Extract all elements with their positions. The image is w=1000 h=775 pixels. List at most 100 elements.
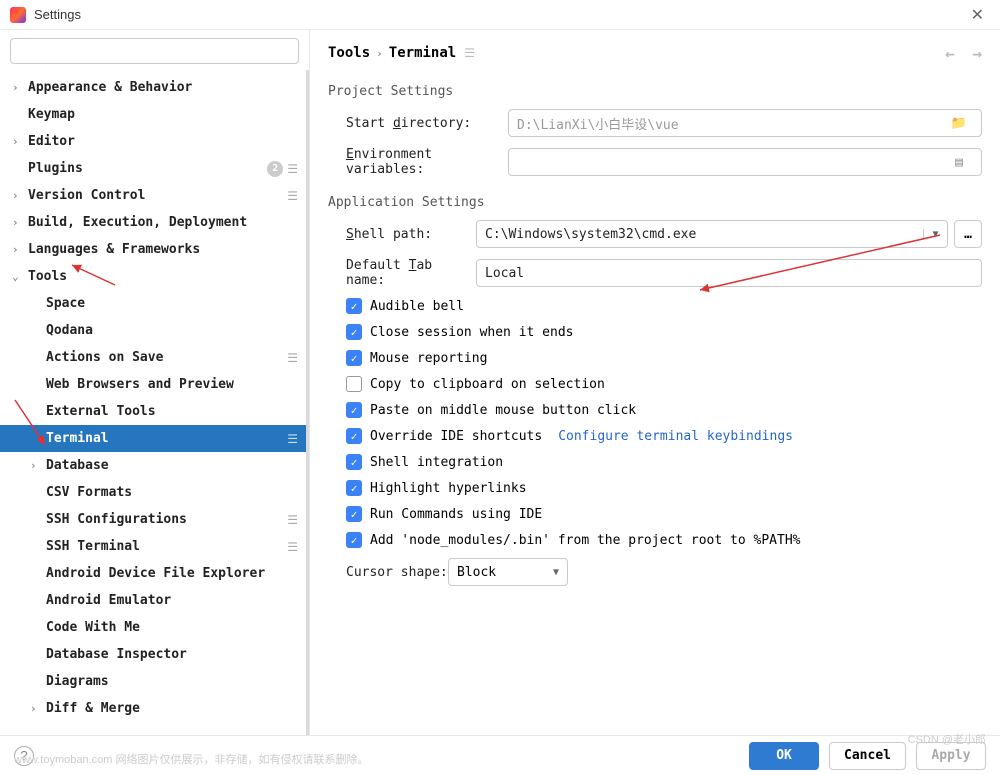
ok-button[interactable]: OK	[749, 742, 819, 770]
tree-item-label: Diff & Merge	[46, 701, 140, 716]
tree-item-label: Terminal	[46, 431, 109, 446]
checkbox-label: Close session when it ends	[370, 325, 574, 340]
cancel-button[interactable]: Cancel	[829, 742, 906, 770]
configure-link[interactable]: Configure terminal keybindings	[558, 429, 793, 444]
forward-icon[interactable]: →	[972, 44, 982, 63]
tree-item[interactable]: Plugins2☰	[0, 155, 306, 182]
tree-item-label: Database	[46, 458, 109, 473]
tree-item[interactable]: ›Languages & Frameworks	[0, 236, 306, 263]
tree-item[interactable]: ›Version Control☰	[0, 182, 306, 209]
tree-item[interactable]: Keymap	[0, 101, 306, 128]
sidebar: ›Appearance & BehaviorKeymap›Editor Plugi…	[0, 30, 310, 735]
tree-item[interactable]: ›Build, Execution, Deployment	[0, 209, 306, 236]
tree-item-label: Diagrams	[46, 674, 109, 689]
checkbox[interactable]: ✓	[346, 402, 362, 418]
tree-item[interactable]: Qodana	[0, 317, 306, 344]
cursor-shape-select[interactable]: Block ▼	[448, 558, 568, 586]
label-shell: Shell path:	[328, 227, 476, 242]
app-icon	[10, 7, 26, 23]
section-project: Project Settings	[328, 84, 982, 99]
tree-item[interactable]: ⌄Tools	[0, 263, 306, 290]
checkbox-row: ✓Highlight hyperlinks	[328, 480, 982, 496]
tree-item-label: SSH Configurations	[46, 512, 187, 527]
checkbox-row: ✓Run Commands using IDE	[328, 506, 982, 522]
checkbox[interactable]: ✓	[346, 428, 362, 444]
tree-item[interactable]: Database Inspector	[0, 641, 306, 668]
scope-icon: ☰	[287, 189, 298, 203]
checkbox[interactable]: ✓	[346, 506, 362, 522]
default-tab-name-input[interactable]: Local	[476, 259, 982, 287]
checkbox[interactable]: ✓	[346, 324, 362, 340]
tree-item[interactable]: SSH Terminal☰	[0, 533, 306, 560]
expand-icon: ›	[12, 135, 24, 148]
checkbox[interactable]	[346, 376, 362, 392]
tree-item[interactable]: Space	[0, 290, 306, 317]
tree-item[interactable]: Terminal ☰	[0, 425, 306, 452]
scope-icon: ☰	[464, 46, 475, 60]
tree-item[interactable]: CSV Formats	[0, 479, 306, 506]
close-icon[interactable]: ✕	[965, 5, 990, 25]
shell-path-input[interactable]: C:\Windows\system32\cmd.exe ▼	[476, 220, 948, 248]
tree-item[interactable]: ›Appearance & Behavior	[0, 74, 306, 101]
tree-item-label: CSV Formats	[46, 485, 132, 500]
row-start-dir: Start directory: D:\LianXi\小白毕设\vue 📁	[328, 109, 982, 137]
watermark: www.toymoban.com 网络图片仅供展示，非存储，如有侵权请联系删除。	[14, 751, 368, 767]
tree-item[interactable]: ›Editor	[0, 128, 306, 155]
tree-item[interactable]: Android Emulator	[0, 587, 306, 614]
env-variables-input[interactable]: ▤	[508, 148, 982, 176]
row-tab-name: Default Tab name: Local	[328, 258, 982, 288]
checkbox[interactable]: ✓	[346, 480, 362, 496]
tree-item[interactable]: External Tools	[0, 398, 306, 425]
scope-icon: ☰	[287, 351, 298, 365]
checkbox-label: Add 'node_modules/.bin' from the project…	[370, 533, 800, 548]
expand-icon: ⌄	[12, 270, 24, 283]
section-app: Application Settings	[328, 195, 982, 210]
checkbox-label: Copy to clipboard on selection	[370, 377, 605, 392]
tree-item[interactable]: SSH Configurations ☰	[0, 506, 306, 533]
expand-icon: ›	[30, 459, 42, 472]
browse-button[interactable]: …	[954, 220, 982, 248]
list-icon[interactable]: ▤	[945, 155, 973, 170]
label-env: Environment variables:	[328, 147, 508, 177]
settings-form: Project Settings Start directory: D:\Lia…	[310, 70, 1000, 735]
nav-arrows: ← →	[937, 44, 982, 63]
tree-item[interactable]: › Database	[0, 452, 306, 479]
tree-item[interactable]: Web Browsers and Preview	[0, 371, 306, 398]
checkbox[interactable]: ✓	[346, 298, 362, 314]
tree-item[interactable]: Android Device File Explorer	[0, 560, 306, 587]
expand-icon: ›	[12, 243, 24, 256]
tree-item[interactable]: › Diff & Merge	[0, 695, 306, 722]
breadcrumb-root: Tools	[328, 45, 370, 61]
tree-item-label: External Tools	[46, 404, 156, 419]
tree-item-label: Actions on Save	[46, 350, 163, 365]
tree-item-label: Qodana	[46, 323, 93, 338]
checkbox[interactable]: ✓	[346, 350, 362, 366]
start-directory-input[interactable]: D:\LianXi\小白毕设\vue 📁	[508, 109, 982, 137]
expand-icon: ›	[30, 702, 42, 715]
badge: 2	[267, 161, 283, 177]
chevron-down-icon[interactable]: ▼	[923, 229, 947, 240]
expand-icon: ›	[12, 216, 24, 229]
scope-icon: ☰	[287, 513, 298, 527]
checkbox-label: Mouse reporting	[370, 351, 487, 366]
chevron-right-icon: ›	[376, 47, 383, 60]
settings-tree[interactable]: ›Appearance & BehaviorKeymap›Editor Plugi…	[0, 70, 309, 735]
tree-item-label: Android Device File Explorer	[46, 566, 265, 581]
folder-icon[interactable]: 📁	[945, 116, 973, 131]
checkbox-row: ✓Audible bell	[328, 298, 982, 314]
label-start-dir: Start directory:	[328, 116, 508, 131]
checkbox[interactable]: ✓	[346, 532, 362, 548]
tree-item[interactable]: Code With Me	[0, 614, 306, 641]
tree-item-label: Plugins	[28, 161, 83, 176]
tree-item[interactable]: Diagrams	[0, 668, 306, 695]
watermark: CSDN @老小郎	[908, 731, 986, 747]
scope-icon: ☰	[287, 432, 298, 446]
tree-item-label: SSH Terminal	[46, 539, 140, 554]
breadcrumb-leaf: Terminal	[389, 45, 456, 61]
breadcrumb: Tools › Terminal ☰ ← →	[310, 30, 1000, 70]
search-input[interactable]	[10, 38, 299, 64]
label-tab-name: Default Tab name:	[328, 258, 476, 288]
tree-item[interactable]: Actions on Save ☰	[0, 344, 306, 371]
checkbox[interactable]: ✓	[346, 454, 362, 470]
back-icon[interactable]: ←	[945, 44, 955, 63]
